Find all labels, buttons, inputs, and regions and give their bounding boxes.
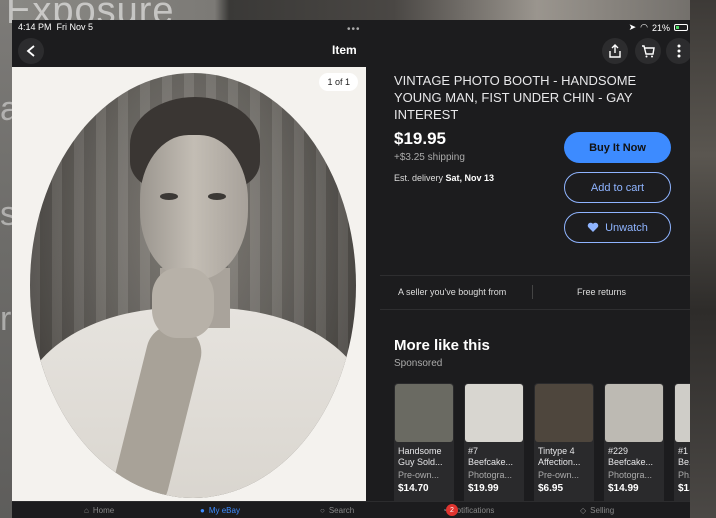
tab-selling[interactable]: ◇ Selling (580, 506, 614, 515)
page-title: Item (332, 43, 357, 57)
chevron-left-icon (26, 45, 35, 57)
ebay-app: 4:14 PM Fri Nov 5 ➤ ◠ 21% ••• Item 1 of … (12, 20, 690, 518)
similar-item-card[interactable]: #1 Be... Ph... $1... (674, 383, 690, 511)
similar-item-title: #229 Beefcake... (608, 446, 654, 467)
similar-item-price: $14.70 (398, 483, 429, 494)
cart-icon (642, 44, 655, 57)
tab-my-ebay[interactable]: ● My eBay (200, 506, 240, 515)
free-returns[interactable]: Free returns (577, 287, 626, 297)
similar-item-condition: Pre-own... (398, 470, 440, 480)
similar-item-price: $14.99 (608, 483, 639, 494)
similar-item-card[interactable]: Handsome Guy Sold... Pre-own... $14.70 (394, 383, 454, 511)
background-left (0, 0, 12, 518)
buy-it-now-button[interactable]: Buy It Now (564, 132, 671, 163)
photo-face (140, 135, 248, 280)
home-icon: ⌂ (84, 506, 89, 515)
more-options-button[interactable] (666, 38, 690, 64)
similar-item-image (535, 384, 593, 442)
seller-bought-from: A seller you've bought from (398, 287, 507, 297)
estimated-delivery: Est. delivery Sat, Nov 13 (394, 173, 494, 183)
delivery-label: Est. delivery (394, 173, 444, 183)
background-letter: r (0, 300, 12, 338)
similar-item-title: Tintype 4 Affection... (538, 446, 581, 467)
item-detail: VINTAGE PHOTO BOOTH - HANDSOME YOUNG MAN… (380, 67, 690, 518)
similar-item-image (395, 384, 453, 442)
location-icon: ➤ (628, 22, 637, 32)
similar-item-condition: Ph... (678, 470, 690, 480)
photo-oval-portrait (30, 73, 356, 498)
photo-fist (152, 268, 214, 338)
similar-item-card[interactable]: Tintype 4 Affection... Pre-own... $6.95 (534, 383, 594, 511)
similar-item-price: $19.99 (468, 483, 499, 494)
similar-items-carousel[interactable]: Handsome Guy Sold... Pre-own... $14.70 #7 B… (394, 383, 690, 513)
tab-label: My eBay (208, 506, 240, 515)
notifications-badge: 2 (446, 504, 458, 516)
heart-icon (587, 222, 599, 232)
similar-item-title: #7 Beefcake... (468, 446, 514, 467)
similar-item-price: $1... (678, 483, 690, 494)
similar-item-condition: Pre-own... (538, 470, 580, 480)
similar-item-image (675, 384, 690, 442)
nav-bar: Item (12, 36, 690, 66)
cart-button[interactable] (635, 38, 661, 64)
tab-label: Search (328, 506, 355, 515)
similar-item-condition: Photogra... (468, 470, 513, 480)
more-like-this-heading: More like this (394, 337, 490, 354)
similar-item-condition: Photogra... (608, 470, 653, 480)
status-date: Fri Nov 5 (56, 22, 94, 32)
add-to-cart-button[interactable]: Add to cart (564, 172, 671, 203)
similar-item-title: Handsome Guy Sold... (398, 446, 443, 467)
similar-item-card[interactable]: #7 Beefcake... Photogra... $19.99 (464, 383, 524, 511)
tab-home[interactable]: ⌂ Home (84, 506, 114, 515)
battery-percent: 21% (651, 22, 670, 33)
unwatch-button[interactable]: Unwatch (564, 212, 671, 243)
similar-item-title: #1 Be... (678, 446, 690, 467)
photo-counter: 1 of 1 (319, 73, 358, 91)
photo-eye (208, 193, 226, 200)
tab-label: Selling (590, 506, 615, 515)
share-button[interactable] (602, 38, 628, 64)
tab-label: Home (92, 506, 115, 515)
status-icons: ➤ ◠ 21% (629, 22, 688, 33)
divider (380, 309, 690, 310)
background-right (690, 0, 716, 518)
wifi-icon: ◠ (640, 22, 648, 32)
multitask-dots-icon[interactable]: ••• (347, 24, 361, 35)
similar-item-card[interactable]: #229 Beefcake... Photogra... $14.99 (604, 383, 664, 511)
item-title: VINTAGE PHOTO BOOTH - HANDSOME YOUNG MAN… (394, 73, 637, 122)
person-icon: ● (200, 506, 205, 515)
search-icon: ○ (320, 506, 325, 515)
similar-item-image (605, 384, 663, 442)
back-button[interactable] (18, 38, 44, 64)
similar-item-image (465, 384, 523, 442)
shipping-cost: +$3.25 shipping (394, 152, 465, 163)
unwatch-label: Unwatch (605, 221, 648, 234)
sponsored-label: Sponsored (394, 358, 443, 369)
similar-item-price: $6.95 (538, 483, 564, 494)
photo-eye (160, 193, 178, 200)
seller-perks: A seller you've bought from Free returns (380, 275, 690, 309)
status-time: 4:14 PM (18, 22, 52, 32)
battery-icon (674, 24, 688, 31)
item-photo[interactable]: 1 of 1 (12, 67, 366, 501)
tag-icon: ◇ (580, 506, 587, 515)
share-icon (609, 44, 621, 58)
vertical-dots-icon (677, 44, 681, 58)
delivery-date: Sat, Nov 13 (445, 173, 495, 183)
tab-search[interactable]: ○ Search (320, 506, 354, 515)
item-price: $19.95 (394, 129, 446, 148)
status-time-date: 4:14 PM Fri Nov 5 (18, 22, 93, 32)
perk-divider (532, 285, 533, 299)
tab-bar: ⌂ Home ● My eBay ○ Search ◔ Notification… (12, 501, 690, 518)
